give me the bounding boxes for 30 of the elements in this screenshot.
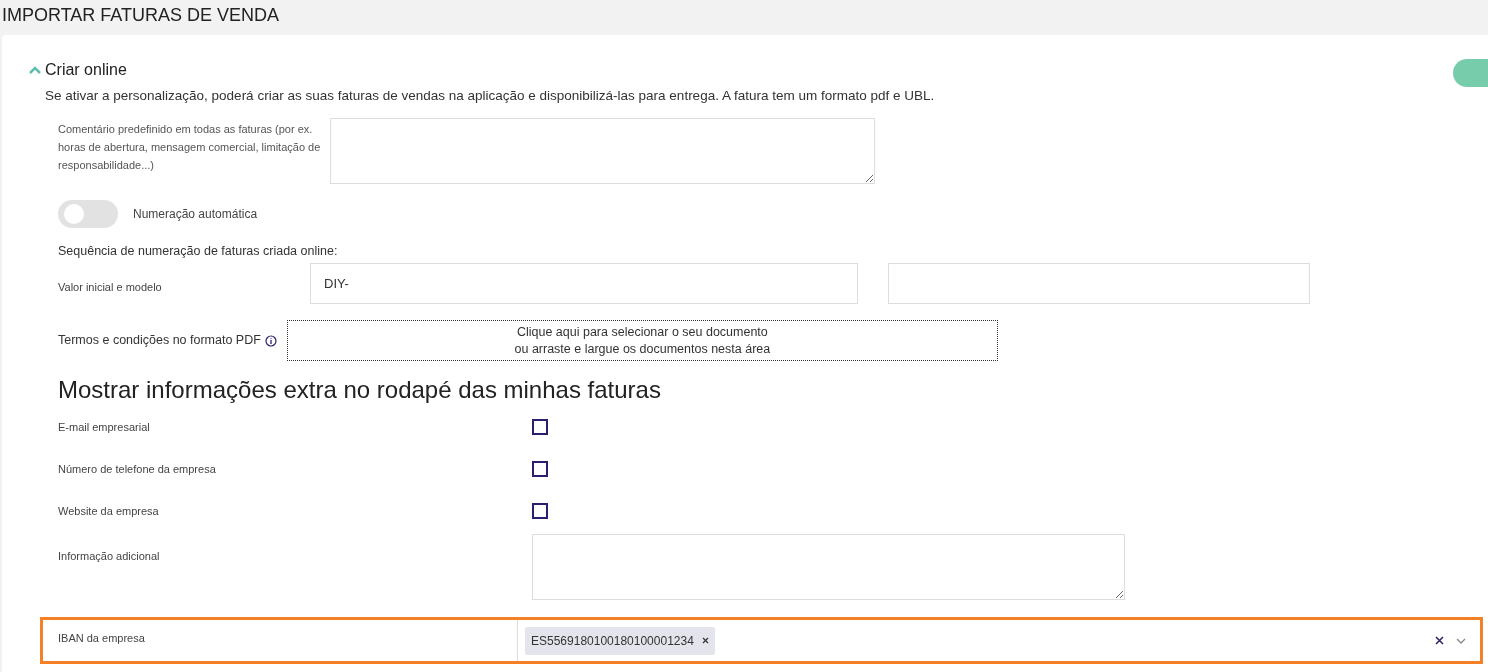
field-label: Comentário predefinido em todas as faturas (por ex. horas de abertura, mensagem comercial, limitação de responsabilidade...) [58,122,322,174]
iban-select[interactable]: ES5569180100180100001234 [517,620,1480,661]
sequence-title: Sequência de numeração de faturas criada online: [57,243,339,261]
toggle-switch[interactable] [58,200,118,229]
checkbox[interactable] [532,419,548,435]
checkbox[interactable] [532,503,548,519]
close-icon[interactable] [701,637,709,644]
template-input[interactable] [888,263,1310,304]
field-label: IBAN da empresa [57,631,146,646]
option-label: Número de telefone da empresa [58,461,217,477]
section-description: Se ativar a personalização, poderá criar as suas faturas de vendas na aplicação e disponibilizá-las para entrega. A fatura tem um formato pdf e UBL. [44,87,936,105]
option-label: E-mail empresarial [58,419,151,435]
field-label: Informação adicional [58,549,161,564]
page-title: IMPORTAR FATURAS DE VENDA [1,4,281,27]
close-icon[interactable] [1435,636,1444,645]
start-value-input[interactable]: DIY- [310,263,858,304]
field-label: Valor inicial e modelo [58,280,163,296]
section-heading: Mostrar informações extra no rodapé das minhas faturas [57,375,662,405]
option-label: Website da empresa [58,503,160,519]
section-title[interactable]: Criar online [45,58,127,82]
file-drop-zone[interactable]: Clique aqui para selecionar o seu documento ou arraste e largue os documentos nesta área [286,320,998,361]
field-label: Termos e condições no formato PDF [58,332,261,350]
info-icon[interactable] [264,334,277,347]
tag-text: ES5569180100180100001234 [531,632,694,650]
chevron-down-icon[interactable] [1456,637,1466,644]
toggle-label: Numeração automática [133,206,258,224]
checkbox[interactable] [532,461,548,477]
drop-hint: Clique aqui para selecionar o seu documento [516,323,768,341]
drop-hint: ou arraste e largue os documentos nesta área [514,340,771,358]
chevron-up-icon[interactable] [29,66,41,74]
